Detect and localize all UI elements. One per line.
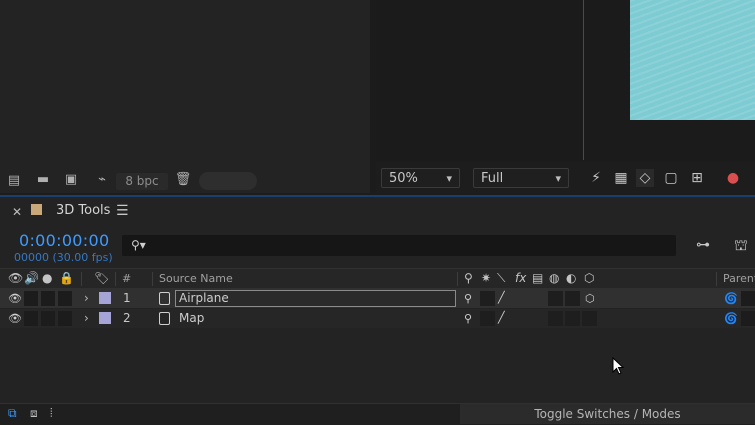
magnification-value: 50% — [389, 171, 418, 186]
shy-switch-icon[interactable]: ⚲ — [464, 271, 473, 285]
layer-number: 2 — [123, 311, 131, 325]
chevron-right-icon[interactable]: › — [84, 291, 89, 305]
layer-name[interactable]: Map — [179, 311, 204, 325]
pick-whip-icon[interactable]: 🌀 — [724, 312, 738, 325]
label-tag-icon[interactable]: 🏷 — [94, 271, 109, 285]
viewer-guide-line — [583, 0, 584, 160]
timeline-tab-title[interactable]: 3D Tools — [56, 203, 110, 218]
collapse-switch-icon[interactable]: ✷ — [481, 271, 491, 285]
quality-switch-icon[interactable]: ╱ — [498, 311, 505, 324]
column-divider — [457, 272, 458, 286]
mask-visibility-icon[interactable]: ◇ — [636, 169, 654, 187]
interpret-footage-icon[interactable]: ▤ — [5, 174, 23, 188]
magnification-select[interactable]: 50% ▾ — [381, 168, 460, 188]
pick-whip-icon[interactable]: 🌀 — [724, 292, 738, 305]
fast-previews-icon[interactable]: ⚡ — [587, 169, 605, 187]
layer-switches-icon[interactable]: ⧉ — [8, 406, 17, 421]
layer-label-color[interactable] — [99, 292, 111, 304]
column-divider — [115, 272, 116, 286]
column-divider — [716, 272, 717, 286]
in-out-duration-icon[interactable]: ⦙ — [50, 406, 53, 421]
bit-depth-button[interactable]: 8 bpc — [116, 173, 168, 190]
shy-switch-icon[interactable]: ⚲ — [464, 292, 472, 305]
frame-fps: 00000 (30.00 fps) — [14, 251, 113, 264]
resolution-select[interactable]: Full ▾ — [473, 168, 569, 188]
channels-icon[interactable]: ● — [724, 169, 742, 187]
layer-label-color[interactable] — [99, 312, 111, 324]
search-icon[interactable]: ⚲▾ — [131, 238, 146, 252]
composition-image — [630, 0, 755, 120]
close-icon[interactable]: ✕ — [12, 205, 22, 219]
solo-icon[interactable]: ● — [42, 271, 52, 285]
motion-blur-icon[interactable]: ◍ — [549, 271, 559, 285]
layer-row[interactable] — [0, 309, 755, 328]
trash-icon[interactable]: 🗑 — [174, 173, 192, 187]
parent-column-header[interactable]: Parent — [723, 272, 755, 285]
quality-switch-icon[interactable]: ⟍ — [497, 271, 505, 286]
chevron-right-icon[interactable]: › — [84, 311, 89, 325]
panel-menu-icon[interactable]: ☰ — [116, 203, 129, 219]
effects-switch-icon[interactable]: fx — [515, 271, 526, 285]
chevron-down-icon: ▾ — [555, 172, 561, 185]
video-eye-icon[interactable]: 👁 — [8, 312, 22, 325]
layer-number: 1 — [123, 291, 131, 305]
layer-column-header — [0, 268, 755, 289]
solo-switch[interactable] — [41, 311, 55, 326]
grid-guides-icon[interactable]: ⊞ — [688, 169, 706, 187]
adjustment-switch[interactable] — [565, 311, 580, 326]
layer-search-input[interactable] — [122, 235, 676, 256]
draft-3d-icon[interactable]: ⛫ — [734, 236, 748, 256]
motion-blur-switch[interactable] — [548, 291, 563, 306]
audio-icon[interactable]: 🔊 — [24, 271, 39, 285]
collapse-switch[interactable] — [480, 291, 495, 306]
column-divider — [152, 272, 153, 286]
new-composition-icon[interactable]: ▣ — [62, 173, 80, 187]
solo-switch[interactable] — [41, 291, 55, 306]
lock-switch[interactable] — [58, 311, 72, 326]
3d-layer-icon[interactable]: ⬡ — [584, 271, 594, 285]
adjustment-layer-icon[interactable]: ◐ — [566, 271, 576, 285]
video-eye-icon[interactable]: 👁 — [8, 292, 22, 305]
source-name-column-header[interactable]: Source Name — [159, 272, 233, 285]
column-divider — [81, 272, 82, 286]
toggle-switches-modes-button[interactable]: Toggle Switches / Modes — [460, 404, 755, 424]
3d-layer-icon[interactable]: ⬡ — [585, 292, 595, 305]
lock-icon[interactable]: 🔒 — [59, 271, 74, 285]
resolution-value: Full — [481, 171, 504, 186]
audio-switch[interactable] — [24, 311, 38, 326]
project-search-pill[interactable] — [199, 172, 257, 190]
parent-select[interactable] — [741, 311, 755, 326]
frame-blending-icon[interactable]: ▤ — [532, 271, 543, 285]
transfer-controls-icon[interactable]: ⧈ — [30, 406, 38, 421]
tab-label-color — [31, 204, 42, 215]
3d-layer-switch[interactable] — [582, 311, 597, 326]
shy-switch-icon[interactable]: ⚲ — [464, 312, 472, 325]
collapse-switch[interactable] — [480, 311, 495, 326]
chevron-down-icon: ▾ — [446, 172, 452, 185]
video-eye-icon[interactable]: 👁 — [8, 271, 23, 285]
current-time[interactable]: 0:00:00:00 — [19, 231, 109, 250]
region-of-interest-icon[interactable]: ▢ — [662, 169, 680, 187]
motion-blur-switch[interactable] — [548, 311, 563, 326]
new-folder-icon[interactable]: ▬ — [34, 173, 52, 187]
footage-icon — [159, 312, 170, 325]
lock-switch[interactable] — [58, 291, 72, 306]
parent-select[interactable] — [741, 291, 755, 306]
footage-icon — [159, 292, 170, 305]
composition-flowchart-icon[interactable]: ⊶ — [696, 237, 710, 253]
layer-name[interactable]: Airplane — [179, 291, 229, 305]
mouse-cursor-icon — [612, 357, 625, 375]
adjustment-switch[interactable] — [565, 291, 580, 306]
quality-switch-icon[interactable]: ╱ — [498, 291, 505, 304]
project-panel — [0, 0, 370, 193]
number-column-header[interactable]: # — [122, 272, 131, 285]
transparency-grid-icon[interactable]: ▦ — [612, 169, 630, 187]
audio-switch[interactable] — [24, 291, 38, 306]
flowchart-icon[interactable]: ⌁ — [93, 173, 111, 187]
